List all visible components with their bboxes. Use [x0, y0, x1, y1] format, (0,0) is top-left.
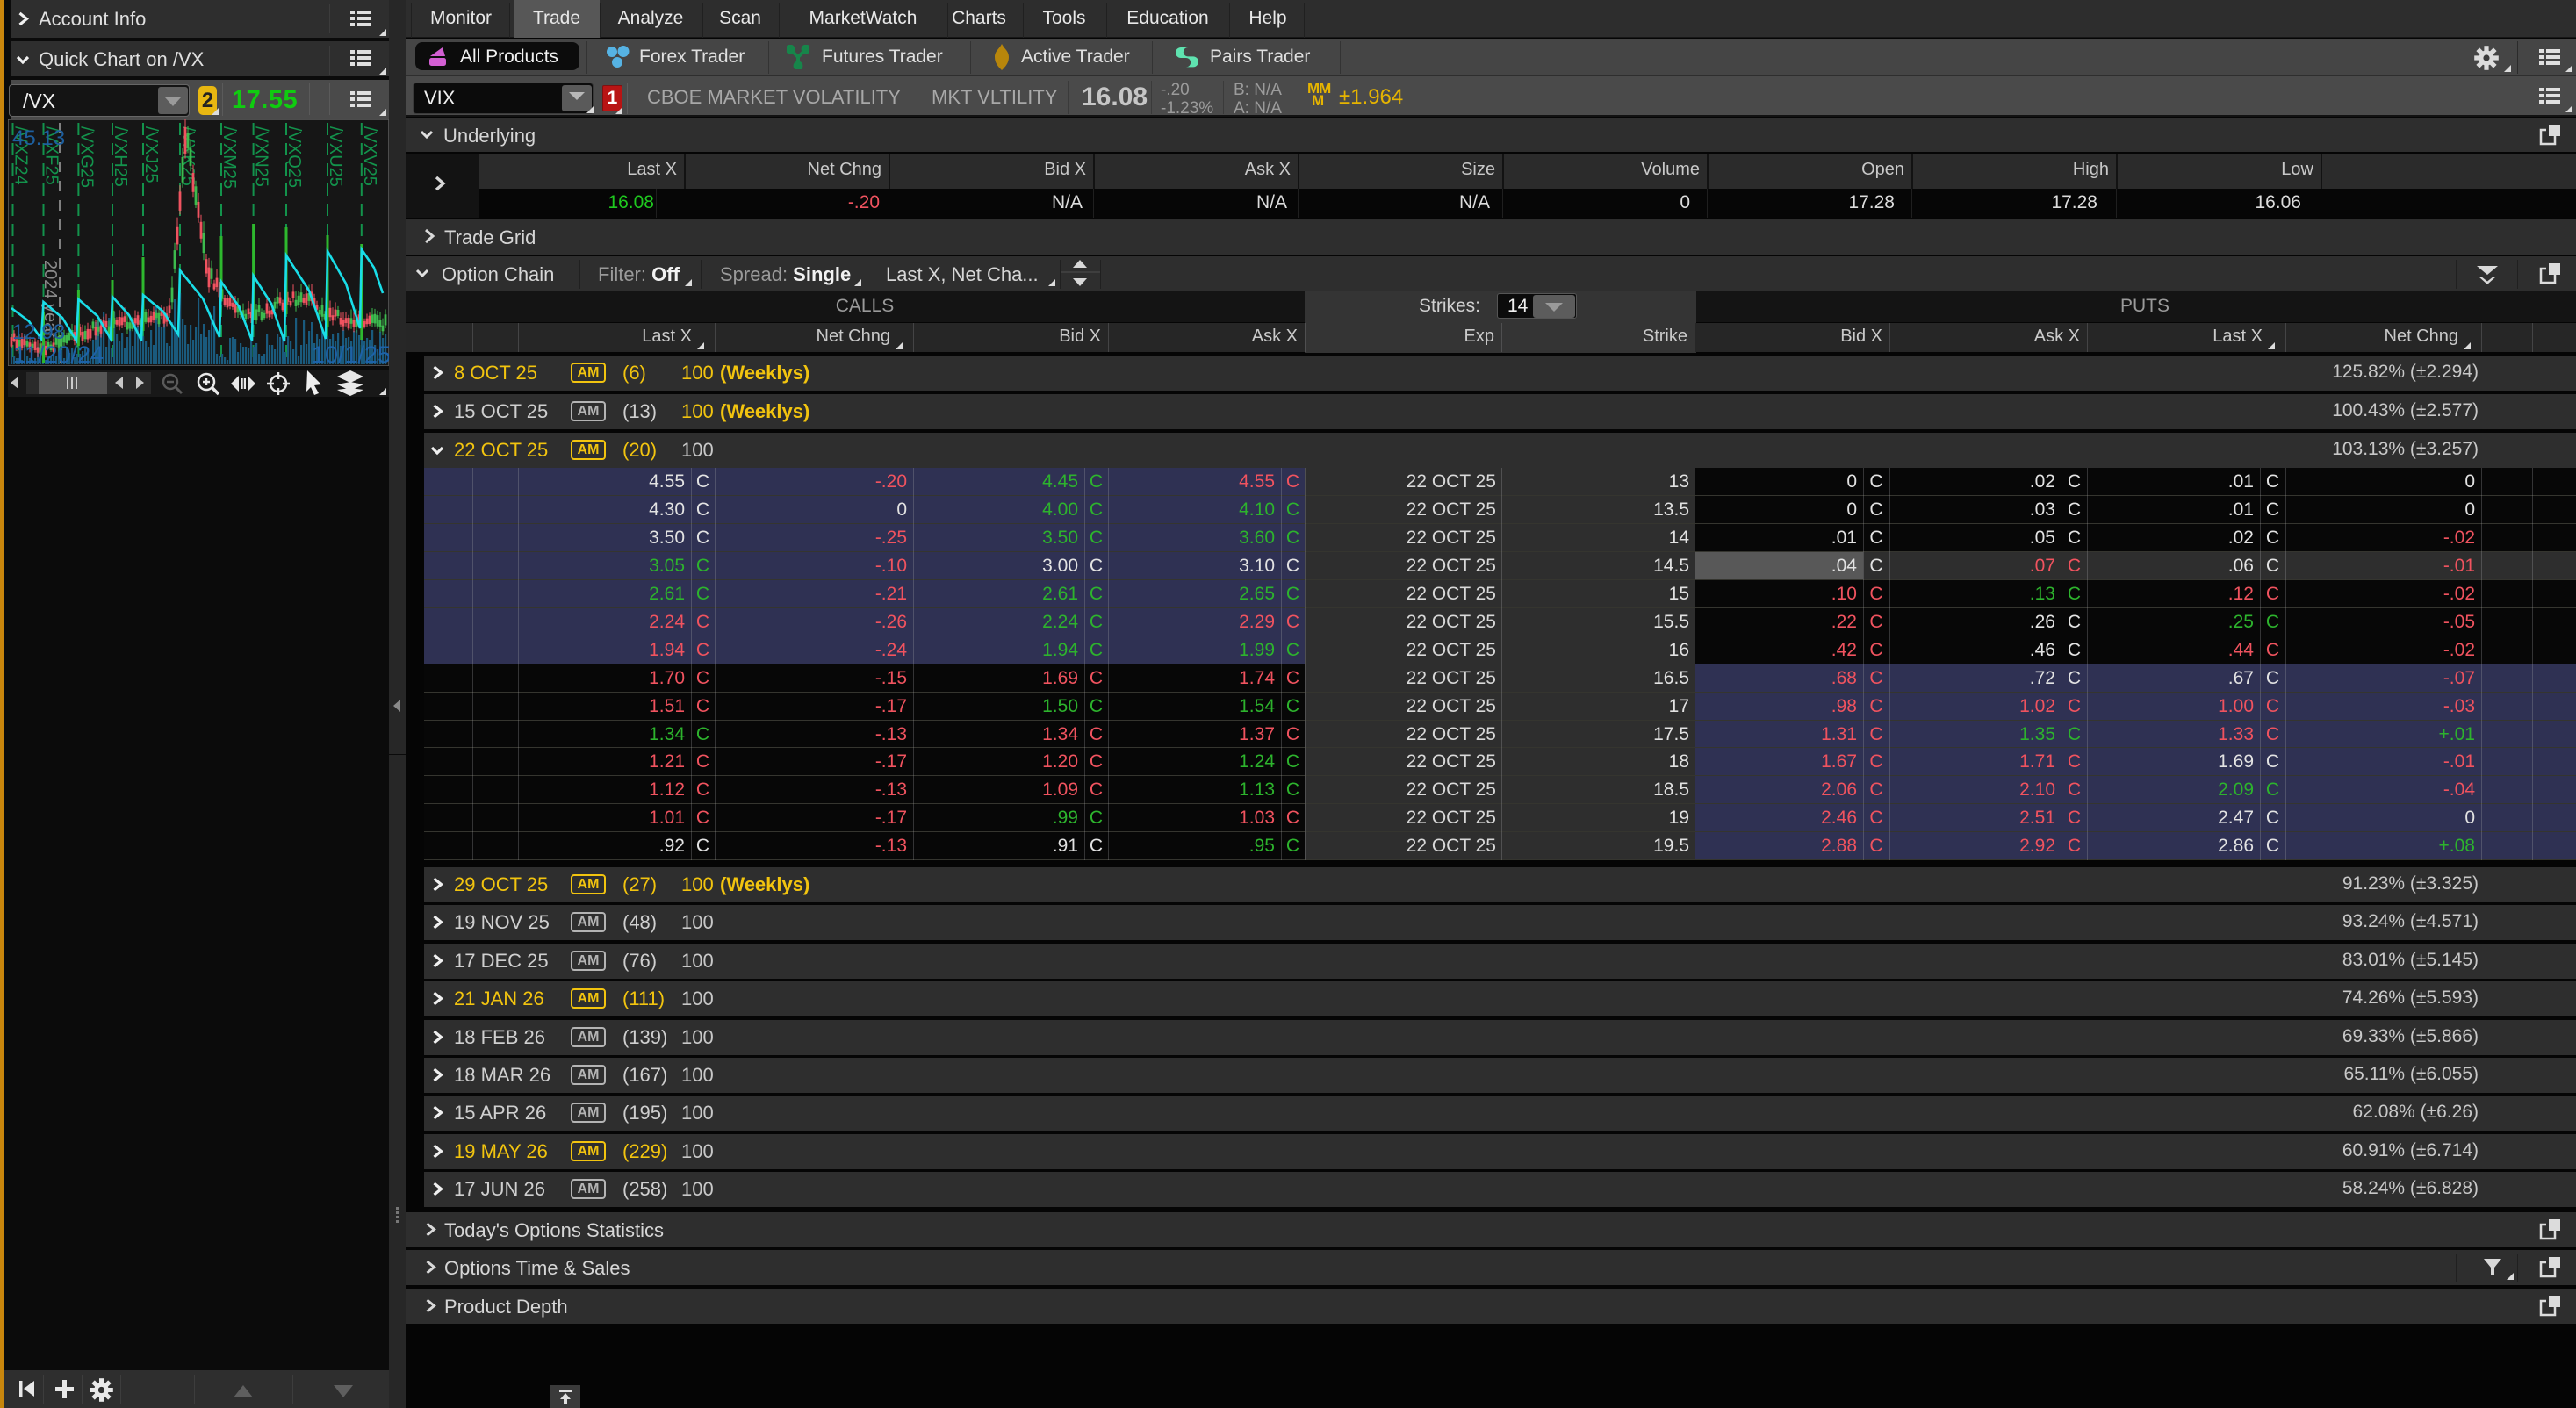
svg-text:/VXH25: /VXH25 [111, 126, 130, 187]
svg-text:/VXU25: /VXU25 [326, 126, 345, 187]
svg-text:/VXJ25: /VXJ25 [141, 126, 161, 183]
svg-text:/VXM25: /VXM25 [219, 126, 239, 189]
svg-text:/VXN25: /VXN25 [252, 126, 271, 187]
svg-text:/VXV25: /VXV25 [360, 126, 379, 186]
svg-text:11/20/24: 11/20/24 [13, 341, 104, 366]
svg-text:45.13: 45.13 [12, 126, 65, 150]
svg-text:/VXG25: /VXG25 [76, 126, 96, 188]
svg-text:12.98: 12.98 [12, 320, 65, 344]
svg-text:/VXQ25: /VXQ25 [284, 126, 304, 188]
svg-text:10/1/25: 10/1/25 [312, 341, 389, 366]
